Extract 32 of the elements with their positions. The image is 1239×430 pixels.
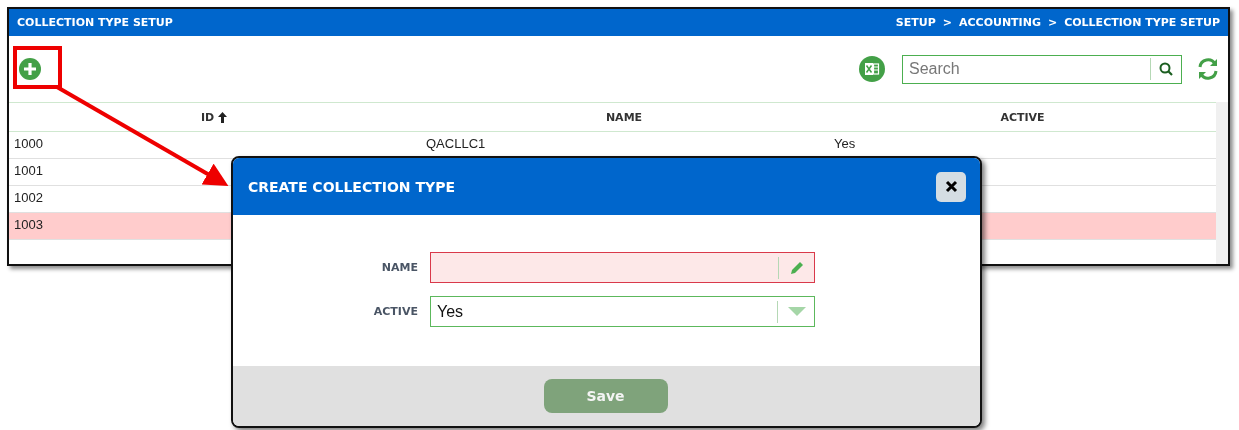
dropdown-icon (788, 307, 806, 316)
table-cell-text: 1001 (13, 163, 44, 178)
table-cell-text: 1003 (13, 217, 44, 232)
column-header[interactable]: ACTIVE (1000, 110, 1045, 124)
pencil-icon (789, 259, 805, 276)
column-header[interactable]: ID (200, 110, 228, 124)
select-field[interactable]: Yes (430, 296, 815, 327)
dialog-title: CREATE COLLECTION TYPE (248, 178, 455, 195)
window-title: COLLECTION TYPE SETUP (17, 16, 173, 29)
breadcrumb-separator: > (942, 16, 952, 29)
close-button[interactable] (936, 171, 966, 202)
spreadsheet-icon (859, 56, 885, 82)
table-cell-text: Yes (833, 136, 857, 151)
table-cell-text: QACLLC1 (425, 136, 487, 151)
add-icon (19, 58, 41, 80)
close-icon (944, 180, 958, 193)
field-label: ACTIVE (372, 305, 419, 318)
breadcrumb-item[interactable]: ACCOUNTING (958, 16, 1041, 29)
table-cell-text: 1000 (13, 136, 44, 151)
export-button[interactable] (859, 56, 885, 82)
search-icon (1159, 62, 1173, 76)
add-button[interactable] (19, 58, 41, 80)
breadcrumb-item[interactable]: COLLECTION TYPE SETUP (1064, 16, 1220, 29)
breadcrumb-separator: > (1047, 16, 1058, 29)
search-field[interactable]: Search (902, 54, 1182, 84)
column-header[interactable]: NAME (605, 110, 643, 124)
breadcrumb-item[interactable]: SETUP (895, 16, 936, 29)
field-label: NAME (380, 261, 419, 274)
input-field[interactable] (430, 252, 815, 283)
table-cell-text: 1002 (13, 190, 44, 205)
refresh-icon (1196, 58, 1220, 80)
refresh-button[interactable] (1196, 58, 1220, 80)
